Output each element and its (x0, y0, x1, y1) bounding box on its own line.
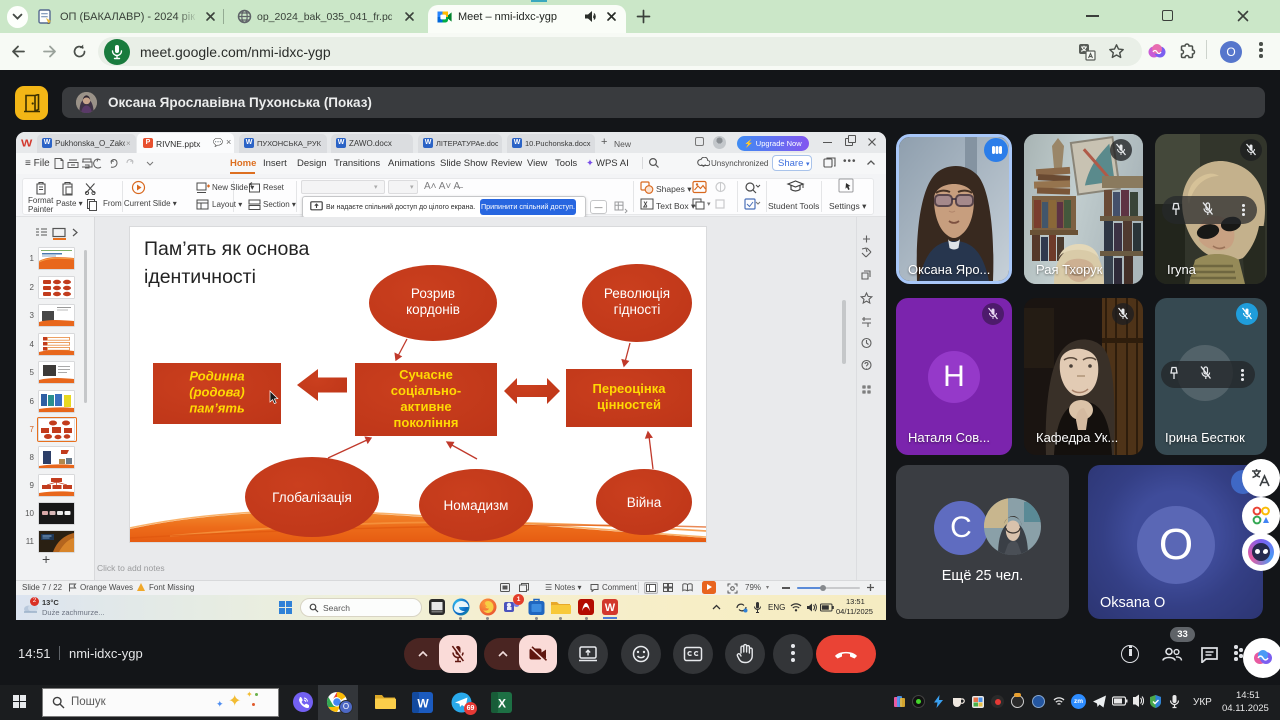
svg-text:W: W (605, 602, 616, 614)
svg-text:Сучасне: Сучасне (399, 367, 453, 382)
svg-text:цінностей: цінностей (597, 397, 661, 412)
svg-text:Номадизм: Номадизм (444, 498, 509, 513)
svg-text:W: W (417, 697, 429, 711)
svg-text:соціально-: соціально- (391, 383, 461, 398)
svg-text:покоління: покоління (394, 415, 459, 430)
svg-text:(родова): (родова) (189, 385, 244, 400)
svg-text:активне: активне (400, 399, 451, 414)
svg-text:Родинна: Родинна (189, 369, 244, 384)
svg-text:Революція: Революція (604, 286, 670, 301)
svg-text:Війна: Війна (627, 495, 662, 510)
svg-text:гідності: гідності (614, 302, 661, 317)
svg-text:кордонів: кордонів (406, 302, 460, 317)
svg-text:Глобалізація: Глобалізація (272, 490, 352, 505)
svg-text:Переоцінка: Переоцінка (593, 381, 667, 396)
svg-text:пам’ять: пам’ять (189, 401, 244, 416)
svg-text:X: X (498, 697, 506, 711)
svg-text:Розрив: Розрив (411, 286, 455, 301)
